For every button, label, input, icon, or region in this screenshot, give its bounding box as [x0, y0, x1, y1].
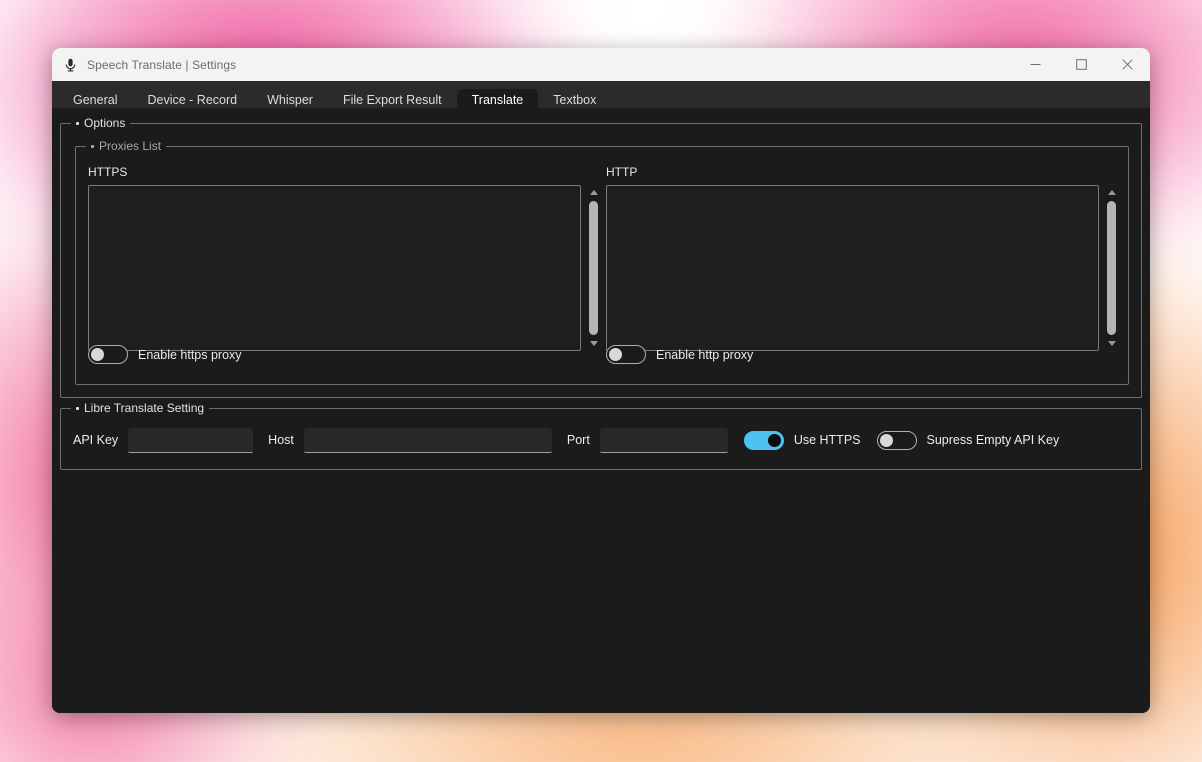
enable-https-proxy-toggle[interactable] — [88, 345, 128, 364]
scroll-down-icon[interactable] — [586, 337, 601, 350]
api-key-input[interactable] — [128, 427, 254, 453]
window-controls — [1012, 48, 1150, 81]
https-listbox-row — [88, 185, 602, 351]
settings-window: Speech Translate | Settings General Devi… — [52, 48, 1150, 713]
minimize-button[interactable] — [1012, 48, 1058, 81]
port-label: Port — [566, 433, 590, 447]
settings-content: Options Proxies List HTTPS HTTP Enable h… — [52, 108, 1150, 713]
enable-https-proxy-row: Enable https proxy — [88, 345, 242, 364]
scrollbar-thumb[interactable] — [589, 201, 598, 335]
microphone-icon — [62, 57, 78, 73]
https-proxy-listbox[interactable] — [88, 185, 581, 351]
options-groupbox: Options Proxies List HTTPS HTTP Enable h… — [60, 116, 1142, 398]
http-listbox-scrollbar[interactable] — [1103, 185, 1120, 351]
enable-https-proxy-label: Enable https proxy — [138, 347, 242, 362]
port-input[interactable] — [599, 427, 728, 453]
bullet-icon — [76, 121, 79, 125]
proxies-list-groupbox: Proxies List HTTPS HTTP Enable https pro… — [75, 139, 1129, 385]
tab-bar: General Device - Record Whisper File Exp… — [52, 81, 1150, 112]
maximize-button[interactable] — [1058, 48, 1104, 81]
https-proxy-column: HTTPS — [88, 165, 602, 351]
supress-empty-api-key-row: Supress Empty API Key — [876, 430, 1060, 450]
desktop-backdrop: Speech Translate | Settings General Devi… — [0, 0, 1202, 762]
https-label: HTTPS — [88, 165, 128, 179]
scroll-up-icon[interactable] — [1104, 186, 1119, 199]
scroll-up-icon[interactable] — [586, 186, 601, 199]
options-title-text: Options — [84, 116, 126, 130]
libre-title-text: Libre Translate Setting — [84, 401, 205, 415]
title-bar: Speech Translate | Settings — [52, 48, 1150, 81]
supress-empty-api-key-label: Supress Empty API Key — [926, 433, 1060, 447]
http-listbox-row — [606, 185, 1120, 351]
libre-translate-groupbox: Libre Translate Setting API Key Host Por… — [60, 401, 1142, 470]
scroll-down-icon[interactable] — [1104, 337, 1119, 350]
libre-settings-row: API Key Host Port Use HTTPS Supress Empt… — [61, 425, 1141, 455]
use-https-label: Use HTTPS — [793, 433, 861, 447]
enable-http-proxy-toggle[interactable] — [606, 345, 646, 364]
bullet-icon — [76, 406, 79, 410]
use-https-row: Use HTTPS — [743, 430, 861, 450]
use-https-toggle[interactable] — [743, 430, 784, 450]
enable-http-proxy-row: Enable http proxy — [606, 345, 753, 364]
scrollbar-thumb[interactable] — [1107, 201, 1116, 335]
http-proxy-column: HTTP — [606, 165, 1120, 351]
options-groupbox-title: Options — [71, 116, 131, 130]
proxies-groupbox-title: Proxies List — [86, 139, 167, 153]
http-label: HTTP — [606, 165, 638, 179]
api-key-label: API Key — [73, 433, 119, 447]
host-input[interactable] — [303, 427, 552, 453]
scrollbar-track[interactable] — [1107, 201, 1116, 335]
bullet-icon — [91, 144, 94, 148]
http-proxy-listbox[interactable] — [606, 185, 1099, 351]
libre-groupbox-title: Libre Translate Setting — [71, 401, 210, 415]
https-listbox-scrollbar[interactable] — [585, 185, 602, 351]
enable-http-proxy-label: Enable http proxy — [656, 347, 754, 362]
host-label: Host — [268, 433, 294, 447]
window-title: Speech Translate | Settings — [87, 57, 237, 72]
close-button[interactable] — [1104, 48, 1150, 81]
supress-empty-api-key-toggle[interactable] — [876, 430, 917, 450]
proxies-title-text: Proxies List — [99, 139, 162, 153]
scrollbar-track[interactable] — [589, 201, 598, 335]
